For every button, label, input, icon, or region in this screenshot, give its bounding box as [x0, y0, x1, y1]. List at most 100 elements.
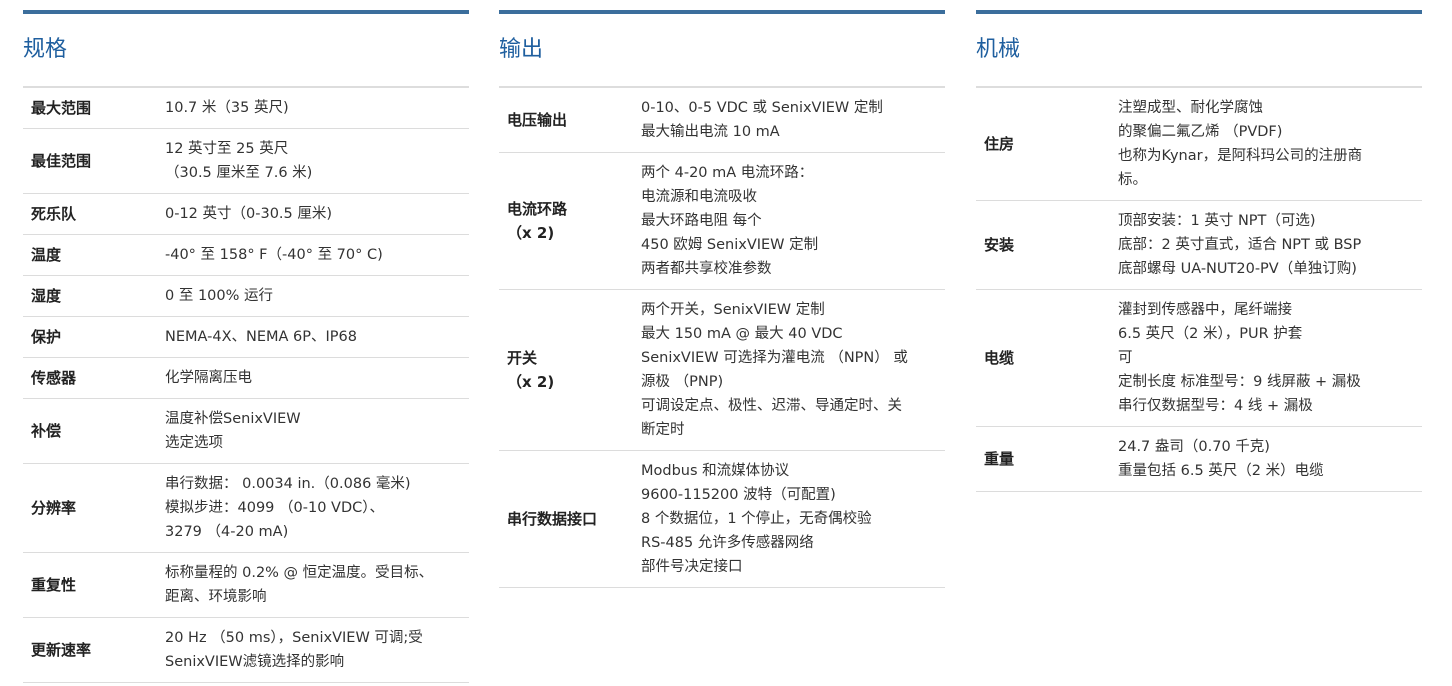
row-value-line: 450 欧姆 SenixVIEW 定制	[641, 237, 819, 253]
row-value: 0-12 英寸（0-30.5 厘米)	[165, 194, 469, 234]
row-value-line: 24.7 盎司（0.70 千克)	[1118, 439, 1270, 455]
row-label-line: （x 2)	[507, 373, 555, 391]
table-row: 温度 -40° 至 158° F（-40° 至 70° C)	[23, 235, 469, 276]
row-value-line: 温度补偿SenixVIEW	[165, 411, 301, 427]
output-title: 输出	[499, 14, 945, 88]
row-value-line: SenixVIEW 可选择为灌电流 （NPN） 或	[641, 350, 908, 366]
row-label: 电缆	[976, 346, 1118, 370]
row-value-line: 距离、环境影响	[165, 589, 267, 605]
row-value-line: 部件号决定接口	[641, 559, 743, 575]
row-label: 重复性	[23, 573, 165, 597]
table-row: 电缆 灌封到传感器中，尾纤端接 6.5 英尺（2 米），PUR 护套可定制长度 标准…	[976, 290, 1422, 427]
row-value-line: 串行数据： 0.0034 in.（0.086 毫米)	[165, 476, 411, 492]
table-row: 电压输出 0-10、0-5 VDC 或 SenixVIEW 定制 最大输出电流 10…	[499, 88, 945, 153]
table-row: 分辨率 串行数据： 0.0034 in.（0.086 毫米) 模拟步进：4099 （…	[23, 464, 469, 553]
row-label: 重量	[976, 447, 1118, 471]
row-label: 温度	[23, 243, 165, 267]
table-row: 湿度 0 至 100% 运行	[23, 276, 469, 317]
row-value-line: 源极 （PNP)	[641, 374, 724, 390]
row-label-line: 重量	[984, 450, 1015, 468]
row-value: 顶部安装：1 英寸 NPT（可选) 底部：2 英寸直式，适合 NPT 或 BSP 底…	[1118, 201, 1422, 289]
row-value: 两个 4-20 mA 电流环路： 电流源和电流吸收 最大环路电阻 每个 450 欧姆 …	[641, 153, 945, 289]
row-value-line: 20 Hz （50 ms），SenixVIEW 可调;受	[165, 630, 423, 646]
row-value-line: 断定时	[641, 422, 685, 438]
table-row: 串行数据接口 Modbus 和流媒体协议 9600-115200 波特（可配置) 8 …	[499, 451, 945, 588]
row-value-line: SenixVIEW滤镜选择的影响	[165, 654, 345, 670]
row-value-line: 可	[1118, 350, 1133, 366]
row-label: 传感器	[23, 366, 165, 390]
row-value-line: 0-10、0-5 VDC 或 SenixVIEW 定制	[641, 100, 883, 116]
row-value-line: 可调设定点、极性、迟滞、导通定时、关	[641, 398, 902, 414]
row-value: 两个开关，SenixVIEW 定制 最大 150 mA @ 最大 40 VDC Se…	[641, 290, 945, 450]
row-value: 灌封到传感器中，尾纤端接 6.5 英尺（2 米），PUR 护套可定制长度 标准型号…	[1118, 290, 1422, 426]
mechanical-table: 住房 注塑成型、耐化学腐蚀 的聚偏二氟乙烯 （PVDF) 也称为Kynar，是阿科玛公…	[976, 88, 1422, 492]
row-label-line: 重复性	[31, 576, 77, 594]
table-row: 保护 NEMA-4X、NEMA 6P、IP68	[23, 317, 469, 358]
row-label: 分辨率	[23, 496, 165, 520]
row-label-line: 保护	[31, 328, 62, 346]
row-value-line: 标。	[1118, 172, 1147, 188]
row-label: 湿度	[23, 284, 165, 308]
table-row: 最佳范围 12 英寸至 25 英尺 （30.5 厘米至 7.6 米)	[23, 129, 469, 194]
row-label-line: （x 2)	[507, 224, 555, 242]
row-value-line: 0 至 100% 运行	[165, 288, 274, 304]
row-label: 补偿	[23, 419, 165, 443]
row-value-line: 灌封到传感器中，尾纤端接	[1118, 302, 1292, 318]
row-value: 注塑成型、耐化学腐蚀 的聚偏二氟乙烯 （PVDF) 也称为Kynar，是阿科玛公司的…	[1118, 88, 1422, 200]
row-label: 最大范围	[23, 96, 165, 120]
row-value: 24.7 盎司（0.70 千克) 重量包括 6.5 英尺（2 米）电缆	[1118, 427, 1422, 491]
row-label: 电压输出	[499, 108, 641, 132]
output-table: 电压输出 0-10、0-5 VDC 或 SenixVIEW 定制 最大输出电流 10…	[499, 88, 945, 588]
row-value-line: （30.5 厘米至 7.6 米)	[165, 165, 313, 181]
row-value: 温度补偿SenixVIEW 选定选项	[165, 399, 469, 463]
output-column: 输出 电压输出 0-10、0-5 VDC 或 SenixVIEW 定制 最大输出电流…	[499, 10, 945, 588]
row-value-line: Modbus 和流媒体协议	[641, 463, 790, 479]
row-value-line: 9600-115200 波特（可配置)	[641, 487, 836, 503]
row-label-line: 安装	[984, 236, 1015, 254]
row-label-line: 电缆	[984, 349, 1015, 367]
row-label: 电流环路 （x 2)	[499, 197, 641, 245]
row-value-line: 6.5 英尺（2 米），PUR 护套	[1118, 326, 1303, 342]
row-label-line: 死乐队	[31, 205, 77, 223]
row-value-line: 注塑成型、耐化学腐蚀	[1118, 100, 1263, 116]
row-value: -40° 至 158° F（-40° 至 70° C)	[165, 235, 469, 275]
row-value-line: 最大输出电流 10 mA	[641, 124, 780, 140]
row-label-line: 湿度	[31, 287, 62, 305]
mechanical-column: 机械 住房 注塑成型、耐化学腐蚀 的聚偏二氟乙烯 （PVDF) 也称为Kynar，是阿…	[976, 10, 1422, 492]
row-label-line: 传感器	[31, 369, 77, 387]
row-label-line: 温度	[31, 246, 62, 264]
row-value-line: 重量包括 6.5 英尺（2 米）电缆	[1118, 463, 1324, 479]
row-value-line: 化学隔离压电	[165, 370, 252, 386]
row-label: 串行数据接口	[499, 507, 641, 531]
row-value: 0 至 100% 运行	[165, 276, 469, 316]
row-value-line: 两个 4-20 mA 电流环路：	[641, 165, 814, 181]
row-label-line: 电流环路	[507, 200, 568, 218]
row-value-line: 电流源和电流吸收	[641, 189, 757, 205]
row-value-line: 底部螺母 UA-NUT20-PV（单独订购)	[1118, 261, 1357, 277]
row-label: 安装	[976, 233, 1118, 257]
row-label: 更新速率	[23, 638, 165, 662]
row-value-line: 最大环路电阻 每个	[641, 213, 762, 229]
row-value-line: 0-12 英寸（0-30.5 厘米)	[165, 206, 333, 222]
row-value-line: 模拟步进：4099 （0-10 VDC）、	[165, 500, 384, 516]
row-label-line: 最大范围	[31, 99, 92, 117]
spec-column: 规格 最大范围 10.7 米（35 英尺) 最佳范围 12 英寸至 25 英尺 （30.…	[23, 10, 469, 683]
table-row: 重复性 标称量程的 0.2% @ 恒定温度。受目标、 距离、环境影响	[23, 553, 469, 618]
row-value-line: 底部：2 英寸直式，适合 NPT 或 BSP	[1118, 237, 1362, 253]
spec-table: 最大范围 10.7 米（35 英尺) 最佳范围 12 英寸至 25 英尺 （30.5 厘…	[23, 88, 469, 683]
table-row: 电流环路 （x 2) 两个 4-20 mA 电流环路： 电流源和电流吸收 最大环路电阻 …	[499, 153, 945, 290]
row-value: 化学隔离压电	[165, 358, 469, 398]
row-value-line: 3279 （4-20 mA)	[165, 524, 289, 540]
row-value: Modbus 和流媒体协议 9600-115200 波特（可配置) 8 个数据位，1…	[641, 451, 945, 587]
row-value-line: 标称量程的 0.2% @ 恒定温度。受目标、	[165, 565, 434, 581]
row-label-line: 分辨率	[31, 499, 77, 517]
table-row: 开关 （x 2) 两个开关，SenixVIEW 定制 最大 150 mA @ 最大 4…	[499, 290, 945, 451]
row-value-line: 10.7 米（35 英尺)	[165, 100, 289, 116]
row-label-line: 住房	[984, 135, 1015, 153]
spec-title: 规格	[23, 14, 469, 88]
row-value-line: 两个开关，SenixVIEW 定制	[641, 302, 825, 318]
row-value-line: 两者都共享校准参数	[641, 261, 772, 277]
row-value-line: 12 英寸至 25 英尺	[165, 141, 289, 157]
row-value: 标称量程的 0.2% @ 恒定温度。受目标、 距离、环境影响	[165, 553, 469, 617]
table-row: 重量 24.7 盎司（0.70 千克) 重量包括 6.5 英尺（2 米）电缆	[976, 427, 1422, 492]
